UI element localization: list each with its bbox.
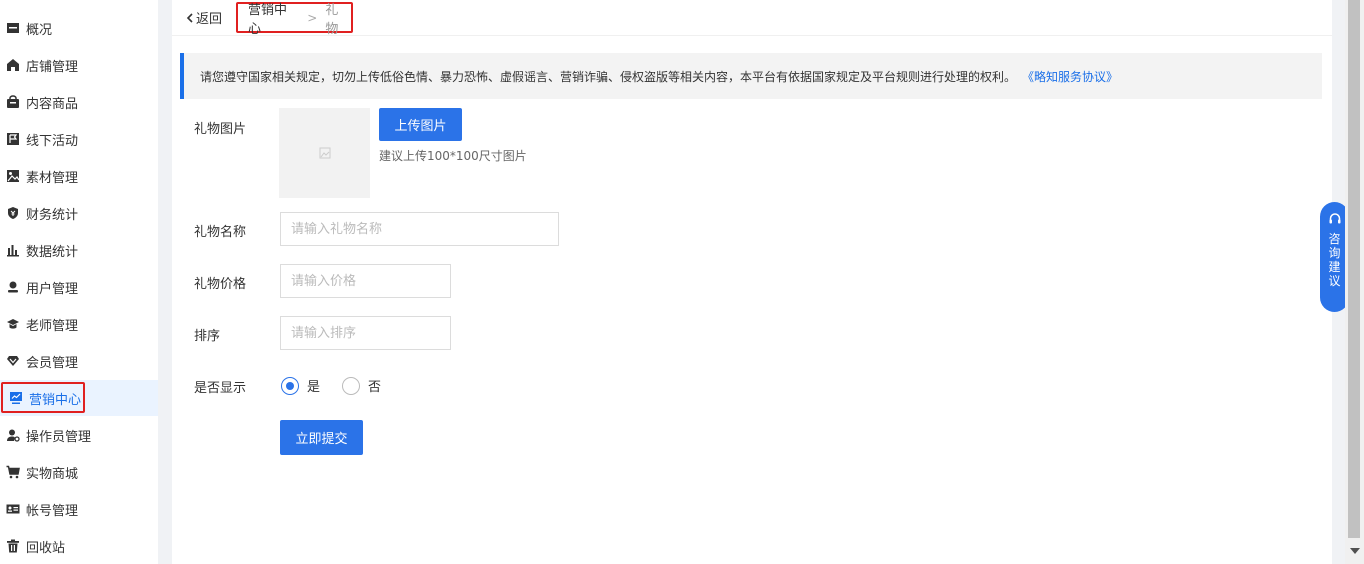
gift-name-label: 礼物名称 [194,225,247,240]
headset-icon [1329,213,1340,224]
gift-name-input[interactable] [280,212,559,246]
breadcrumb-separator-icon: > [307,10,318,25]
bag-icon [6,95,20,109]
back-button[interactable]: 返回 [186,8,222,27]
notice-text: 请您遵守国家相关规定，切勿上传低俗色情、暴力恐怖、虚假谣言、营销诈骗、侵权盗版等… [200,69,1017,84]
sidebar-item-finance[interactable]: 财务统计 [0,195,158,231]
id-card-icon [6,502,20,516]
vip-diamond-icon [6,354,20,368]
sidebar-item-label: 实物商城 [26,466,79,482]
sidebar-item-store[interactable]: 店铺管理 [0,47,158,83]
flag-icon [6,132,20,146]
sidebar-item-accounts[interactable]: 帐号管理 [0,491,158,527]
trash-icon [6,539,20,553]
consult-label: 咨询建议 [1328,232,1341,288]
sidebar-item-members[interactable]: 会员管理 [0,343,158,379]
service-agreement-link[interactable]: 《略知服务协议》 [1022,68,1118,85]
show-yes-radio[interactable]: 是 [281,376,320,395]
sidebar-item-physical-mall[interactable]: 实物商城 [0,454,158,490]
sidebar-item-label: 概况 [26,22,53,38]
sidebar-item-label: 财务统计 [26,207,79,223]
sidebar-item-label: 营销中心 [29,392,82,408]
gift-image-label: 礼物图片 [194,122,247,137]
sort-input[interactable] [280,316,451,350]
sort-label: 排序 [194,329,221,344]
sidebar-item-label: 素材管理 [26,170,79,186]
store-icon [6,58,20,72]
sidebar-item-marketing[interactable]: 营销中心 [0,380,158,416]
upload-hint: 建议上传100*100尺寸图片 [379,149,527,163]
sidebar-item-label: 内容商品 [26,96,79,112]
show-label: 是否显示 [194,381,247,396]
submit-button[interactable]: 立即提交 [280,420,363,455]
cart-icon [6,465,20,479]
gift-price-input[interactable] [280,264,451,298]
sidebar: 概况 店铺管理 内容商品 线下活动 素材管理 财务统计 数据统计 用户管理 老师… [0,0,158,564]
image-icon [6,169,20,183]
topbar: 返回 营销中心 > 礼物 [172,0,1332,37]
sidebar-item-content[interactable]: 内容商品 [0,84,158,120]
sidebar-item-label: 回收站 [26,540,66,556]
sidebar-item-users[interactable]: 用户管理 [0,269,158,305]
notice-banner: 请您遵守国家相关规定，切勿上传低俗色情、暴力恐怖、虚假谣言、营销诈骗、侵权盗版等… [180,53,1322,99]
sidebar-item-label: 操作员管理 [26,429,92,445]
sidebar-item-operators[interactable]: 操作员管理 [0,417,158,453]
sidebar-item-label: 线下活动 [26,133,79,149]
breadcrumb-item-marketing[interactable]: 营销中心 [248,0,299,37]
sidebar-item-offline-activity[interactable]: 线下活动 [0,121,158,157]
image-placeholder-icon [319,147,330,159]
show-no-label: 否 [368,380,382,395]
breadcrumb: 营销中心 > 礼物 [236,2,353,37]
scroll-down-arrow-icon[interactable] [1350,548,1360,554]
app-root: 概况 店铺管理 内容商品 线下活动 素材管理 财务统计 数据统计 用户管理 老师… [0,0,1364,564]
sidebar-item-label: 店铺管理 [26,59,79,75]
sidebar-item-label: 用户管理 [26,281,79,297]
upload-image-button[interactable]: 上传图片 [379,108,462,141]
show-yes-label: 是 [307,380,321,395]
overview-icon [6,21,20,35]
radio-circle [342,376,360,395]
show-no-radio[interactable]: 否 [342,376,381,395]
sidebar-item-data-stats[interactable]: 数据统计 [0,232,158,268]
sidebar-item-overview[interactable]: 概况 [0,10,158,46]
breadcrumb-item-gift: 礼物 [325,2,339,37]
sidebar-item-label: 帐号管理 [26,503,79,519]
sidebar-item-recycle-bin[interactable]: 回收站 [0,528,158,564]
user-icon [6,280,20,294]
bar-chart-icon [6,243,20,257]
graduation-cap-icon [6,317,20,331]
sidebar-item-label: 数据统计 [26,244,79,260]
radio-circle [281,376,299,395]
sidebar-item-teachers[interactable]: 老师管理 [0,306,158,342]
main-panel: 返回 营销中心 > 礼物 请您遵守国家相关规定，切勿上传低俗色情、暴力恐怖、虚假… [172,0,1332,564]
back-label: 返回 [196,12,223,27]
chevron-left-icon [186,12,193,23]
gift-price-label: 礼物价格 [194,277,247,292]
sidebar-item-label: 老师管理 [26,318,79,334]
finance-icon [6,206,20,220]
marketing-icon [9,391,23,405]
sidebar-item-label: 会员管理 [26,355,79,371]
scrollbar-thumb[interactable] [1348,0,1360,538]
gift-image-preview [279,108,370,198]
operator-icon [6,428,20,442]
sidebar-item-materials[interactable]: 素材管理 [0,158,158,194]
